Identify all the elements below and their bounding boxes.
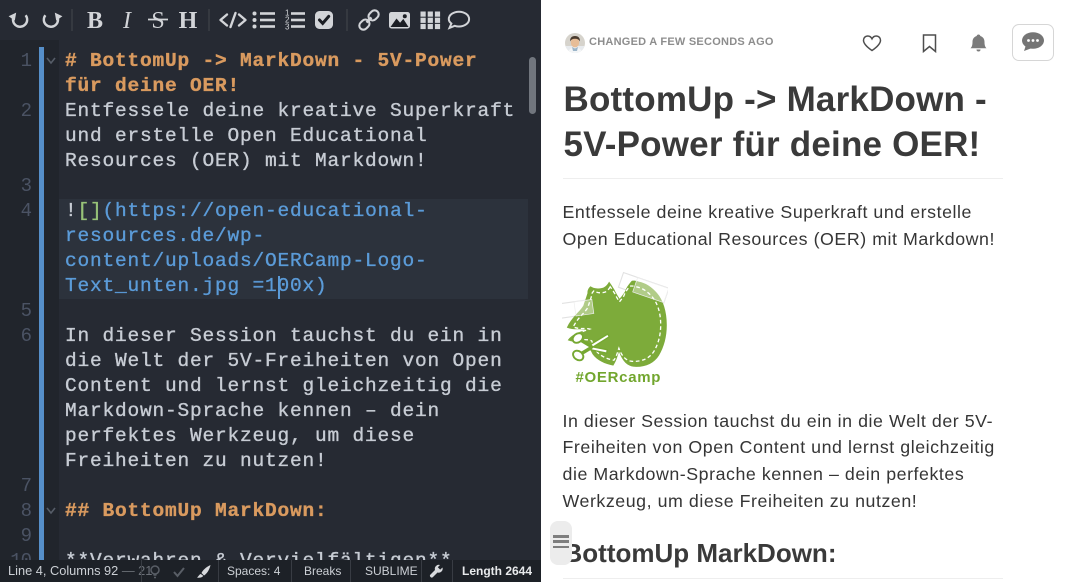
svg-text:H: H: [179, 8, 198, 34]
svg-text:S: S: [151, 8, 164, 34]
svg-text:I: I: [122, 8, 132, 34]
svg-text:#OERcamp: #OERcamp: [576, 369, 662, 386]
svg-text:B: B: [87, 8, 103, 34]
svg-text:3: 3: [285, 23, 290, 32]
